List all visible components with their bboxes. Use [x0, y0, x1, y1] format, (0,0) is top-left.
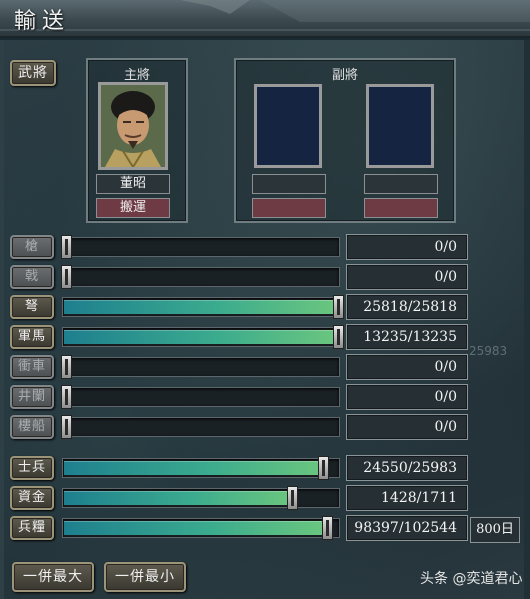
spear-slider[interactable]	[61, 235, 340, 259]
food-days-display: 800日	[470, 517, 520, 543]
food-value: 98397/102544	[346, 515, 468, 541]
ram-value: 0/0	[346, 354, 468, 380]
horse-slider-handle[interactable]	[333, 325, 344, 349]
title-bar-ornament	[0, 0, 530, 31]
vice-general-slot-2[interactable]	[366, 84, 434, 168]
horse-value: 13235/13235	[346, 324, 468, 350]
horse-slider[interactable]	[62, 325, 344, 349]
food-slider-handle[interactable]	[322, 516, 333, 540]
halberd-value: 0/0	[346, 264, 468, 290]
vice-general-slot-1[interactable]	[254, 84, 322, 168]
gold-slider-fill	[64, 491, 294, 505]
portrait-face-icon	[101, 85, 165, 167]
crossbow-slider-fill	[64, 300, 340, 314]
warship-slider-handle[interactable]	[61, 415, 72, 439]
gold-button[interactable]: 資金	[10, 486, 54, 510]
background-ghost-number: 25983	[469, 344, 508, 358]
soldiers-slider[interactable]	[62, 456, 340, 480]
warship-button[interactable]: 樓船	[10, 415, 54, 439]
gold-slider-handle[interactable]	[287, 486, 298, 510]
main-general-role: 搬運	[96, 198, 170, 218]
tower-slider[interactable]	[61, 385, 340, 409]
crossbow-slider-handle[interactable]	[333, 295, 344, 319]
vice-general-2-name	[364, 174, 438, 194]
crossbow-button[interactable]: 弩	[10, 295, 54, 319]
horse-button[interactable]: 軍馬	[10, 325, 54, 349]
food-button[interactable]: 兵糧	[10, 516, 54, 540]
max-all-button[interactable]: 一併最大	[12, 562, 94, 592]
halberd-button[interactable]: 戟	[10, 265, 54, 289]
title-bar: 輸送	[0, 0, 530, 38]
general-portrait[interactable]	[98, 82, 168, 170]
window-title: 輸送	[14, 9, 71, 34]
tower-value: 0/0	[346, 384, 468, 410]
ram-slider[interactable]	[61, 355, 340, 379]
spear-slider-handle[interactable]	[61, 235, 72, 259]
min-all-button[interactable]: 一併最小	[104, 562, 186, 592]
soldiers-slider-handle[interactable]	[318, 456, 329, 480]
tower-button[interactable]: 井闌	[10, 385, 54, 409]
crossbow-value: 25818/25818	[346, 294, 468, 320]
vice-general-1-role	[252, 198, 326, 218]
warship-value: 0/0	[346, 414, 468, 440]
spear-button[interactable]: 槍	[10, 235, 54, 259]
vice-general-2-role	[364, 198, 438, 218]
spear-value: 0/0	[346, 234, 468, 260]
horse-slider-fill	[64, 330, 340, 344]
food-slider-fill	[64, 521, 329, 535]
main-general-header: 主將	[123, 68, 150, 83]
vice-general-header: 副將	[331, 68, 358, 83]
ram-button[interactable]: 衝車	[10, 355, 54, 379]
halberd-slider[interactable]	[61, 265, 340, 289]
tower-slider-handle[interactable]	[61, 385, 72, 409]
gold-slider[interactable]	[62, 486, 340, 510]
soldiers-value: 24550/25983	[346, 455, 468, 481]
watermark-text: 头条 @奕道君心	[420, 571, 523, 587]
select-general-button[interactable]: 武將	[10, 60, 56, 86]
gold-value: 1428/1711	[346, 485, 468, 511]
soldiers-button[interactable]: 士兵	[10, 456, 54, 480]
vice-general-1-name	[252, 174, 326, 194]
warship-slider[interactable]	[61, 415, 340, 439]
food-slider[interactable]	[62, 516, 340, 540]
main-general-name: 董昭	[96, 174, 170, 194]
soldiers-slider-fill	[64, 461, 325, 475]
crossbow-slider[interactable]	[62, 295, 344, 319]
halberd-slider-handle[interactable]	[61, 265, 72, 289]
ram-slider-handle[interactable]	[61, 355, 72, 379]
